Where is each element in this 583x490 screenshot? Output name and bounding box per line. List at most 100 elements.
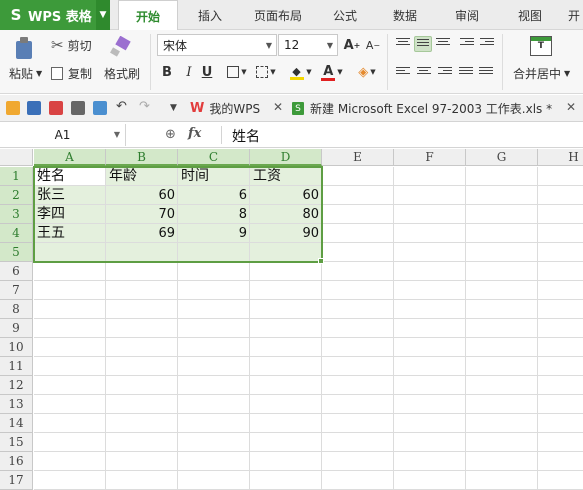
save-icon[interactable] — [27, 101, 41, 115]
align-bottom-button[interactable] — [436, 38, 450, 50]
decrease-font-button[interactable]: A − — [364, 36, 382, 54]
column-header-d[interactable]: D — [250, 149, 322, 166]
select-all-corner[interactable] — [0, 149, 33, 166]
tab-insert[interactable]: 插入 — [185, 0, 235, 30]
row-header-4[interactable]: 4 — [0, 224, 33, 243]
column-header-f[interactable]: F — [394, 149, 466, 166]
fill-color-button[interactable]: ◆ ▼ — [287, 63, 315, 81]
indent-increase-button[interactable] — [480, 38, 494, 50]
chevron-down-icon: ▼ — [113, 130, 120, 139]
column-header-e[interactable]: E — [322, 149, 394, 166]
column-gridline — [537, 167, 538, 490]
paste-label-button[interactable]: 粘贴 ▼ — [9, 65, 42, 82]
row-header-17[interactable]: 17 — [0, 471, 33, 490]
font-color-button[interactable]: A ▼ — [318, 63, 346, 81]
app-menu-button[interactable]: S WPS 表格 — [0, 0, 110, 30]
copy-button[interactable]: 复制 — [51, 65, 92, 82]
app-name: WPS 表格 — [28, 9, 92, 25]
font-size-select[interactable]: 12 ▼ — [278, 34, 338, 56]
font-name-select[interactable]: 宋体 ▼ — [157, 34, 277, 56]
align-center-button[interactable] — [417, 67, 431, 79]
formula-input[interactable]: 姓名 — [232, 126, 260, 146]
increase-font-button[interactable]: A + — [343, 36, 361, 54]
row-header-13[interactable]: 13 — [0, 395, 33, 414]
name-box[interactable]: A1 ▼ — [0, 124, 126, 146]
italic-button[interactable]: I — [180, 63, 198, 81]
align-top-button[interactable] — [396, 38, 410, 50]
row-header-10[interactable]: 10 — [0, 338, 33, 357]
format-painter-icon-button[interactable] — [107, 36, 133, 60]
format-painter-button[interactable]: 格式刷 — [104, 65, 140, 82]
font-shrink-icon: A — [365, 38, 374, 52]
clear-format-button[interactable]: ◈ ▼ — [354, 63, 380, 81]
column-header-b[interactable]: B — [106, 149, 178, 166]
column-header-c[interactable]: C — [178, 149, 250, 166]
justify-button[interactable] — [459, 67, 473, 79]
redo-icon[interactable]: ↷ — [139, 99, 153, 114]
row-header-14[interactable]: 14 — [0, 414, 33, 433]
tab-view[interactable]: 视图 — [505, 0, 555, 30]
align-middle-button[interactable] — [414, 36, 432, 52]
close-tab-icon[interactable]: ✕ — [273, 100, 283, 114]
chevron-down-icon: ▼ — [270, 68, 276, 76]
row-header-2[interactable]: 2 — [0, 186, 33, 205]
chevron-down-icon: ▼ — [370, 68, 376, 76]
spreadsheet-grid[interactable]: ABCDEFGH 1 2 3 4 5 6 7 8 9 10 11 12 13 14 15 16 17 姓名 年龄时… — [0, 149, 583, 490]
chevron-down-icon: ▼ — [326, 41, 333, 50]
align-left-button[interactable] — [396, 67, 410, 79]
row-header-8[interactable]: 8 — [0, 300, 33, 319]
tab-more[interactable]: 开 — [565, 0, 583, 30]
close-tab-icon[interactable]: ✕ — [566, 100, 576, 114]
fx-icon[interactable]: fx — [188, 126, 201, 141]
row-header-12[interactable]: 12 — [0, 376, 33, 395]
underline-button[interactable]: U — [198, 63, 216, 81]
row-header-16[interactable]: 16 — [0, 452, 33, 471]
cell-style-button[interactable]: ▼ — [253, 63, 279, 81]
customize-toolbar-icon[interactable]: ▼ — [170, 103, 184, 117]
column-header-a[interactable]: A — [34, 149, 106, 166]
row-gridline — [34, 356, 583, 357]
export-pdf-icon[interactable] — [49, 101, 63, 115]
row-header-6[interactable]: 6 — [0, 262, 33, 281]
fill-handle[interactable] — [318, 258, 324, 264]
tab-formulas[interactable]: 公式 — [320, 0, 370, 30]
zoom-search-icon[interactable]: ⊕ — [165, 127, 176, 142]
cut-label: 剪切 — [67, 38, 92, 53]
cut-button[interactable]: ✂ 剪切 — [51, 36, 92, 54]
bold-button[interactable]: B — [158, 63, 176, 81]
indent-decrease-button[interactable] — [460, 38, 474, 50]
align-right-button[interactable] — [438, 67, 452, 79]
row-header-9[interactable]: 9 — [0, 319, 33, 338]
tab-data[interactable]: 数据 — [380, 0, 430, 30]
row-gridline — [34, 451, 583, 452]
tab-my-wps[interactable]: W 我的WPS — [190, 97, 260, 120]
open-folder-icon[interactable] — [6, 101, 20, 115]
distribute-button[interactable] — [479, 67, 493, 79]
column-header-h[interactable]: H — [538, 149, 583, 166]
row-header-11[interactable]: 11 — [0, 357, 33, 376]
row-header-7[interactable]: 7 — [0, 281, 33, 300]
print-preview-icon[interactable] — [93, 101, 107, 115]
tab-review[interactable]: 审阅 — [442, 0, 492, 30]
row-gridline — [34, 470, 583, 471]
row-header-3[interactable]: 3 — [0, 205, 33, 224]
tab-my-wps-label: 我的WPS — [209, 102, 261, 116]
paste-button[interactable] — [11, 35, 37, 61]
font-color-icon: A — [321, 64, 336, 81]
tab-home[interactable]: 开始 — [118, 0, 178, 31]
row-header-15[interactable]: 15 — [0, 433, 33, 452]
tab-page-layout[interactable]: 页面布局 — [243, 0, 313, 30]
tab-excel-document-label: 新建 Microsoft Excel 97-2003 工作表.xls * — [310, 102, 553, 116]
borders-button[interactable]: ▼ — [224, 63, 250, 81]
undo-icon[interactable]: ↶ — [116, 99, 130, 114]
merge-center-icon-button[interactable]: T — [530, 36, 552, 56]
tab-excel-document[interactable]: S 新建 Microsoft Excel 97-2003 工作表.xls * — [292, 97, 552, 120]
row-header-5[interactable]: 5 — [0, 243, 33, 262]
app-menu-dropdown-icon[interactable]: ▼ — [96, 0, 110, 30]
wps-w-icon: W — [190, 101, 205, 116]
print-icon[interactable] — [71, 101, 85, 115]
merge-center-button[interactable]: 合并居中 ▼ — [513, 65, 570, 82]
row-gridline — [34, 375, 583, 376]
row-header-1[interactable]: 1 — [0, 167, 33, 186]
column-header-g[interactable]: G — [466, 149, 538, 166]
